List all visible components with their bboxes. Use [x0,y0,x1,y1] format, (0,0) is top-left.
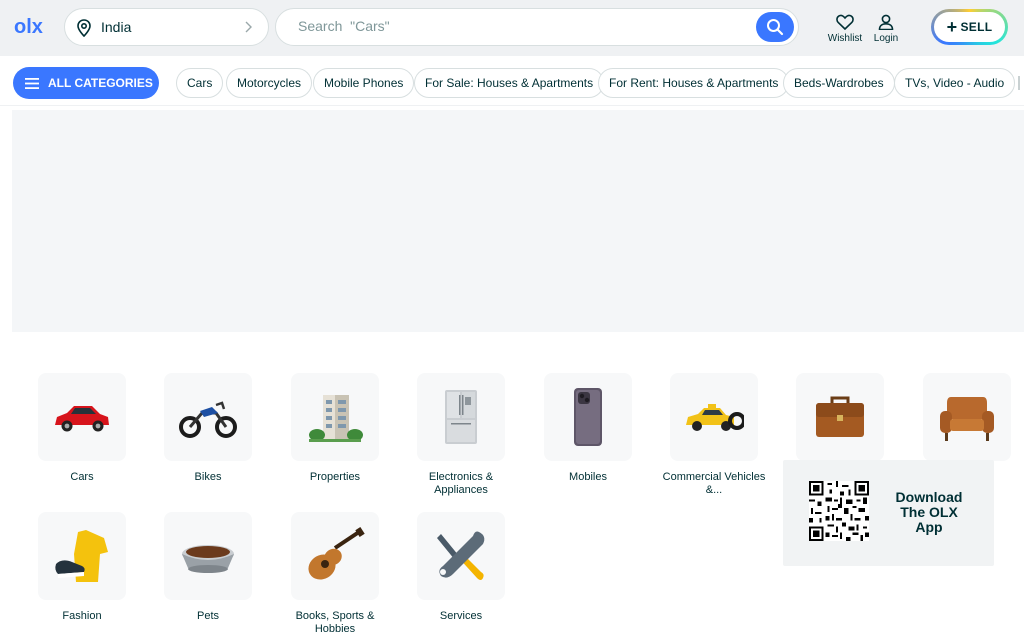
refrigerator-icon [445,390,477,444]
download-app-line-3: App [915,519,943,535]
location-text: India [101,19,132,35]
category-image [544,373,632,461]
category-tile-bikes[interactable]: Bikes [153,373,263,484]
category-label: Commercial Vehicles &... [662,471,766,496]
category-label: Books, Sports & Hobbies [295,610,375,635]
smartphone-icon [574,388,602,446]
category-label: Mobiles [569,471,607,483]
download-app-text: Download The OLX App [891,490,967,535]
chip-beds-wardrobes[interactable]: Beds-Wardrobes [783,68,895,98]
category-tile-mobiles[interactable]: Mobiles [533,373,643,484]
svg-text:olx: olx [14,16,43,38]
guitar-icon [308,527,365,580]
all-categories-button[interactable]: ALL CATEGORIES [13,67,159,99]
category-label: Properties [309,471,361,483]
category-image [291,373,379,461]
category-label: Electronics & Appliances [428,471,494,496]
chip-cars[interactable]: Cars [176,68,224,98]
download-app-line-1: Download [895,489,963,505]
category-label: Fashion [62,610,102,622]
car-icon [55,406,109,432]
sell-label: SELL [960,20,993,34]
sell-button[interactable]: + SELL [931,9,1008,45]
chip-motorcycles[interactable]: Motorcycles [226,68,313,98]
chip-for-sale-houses[interactable]: For Sale: Houses & Apartments [414,68,605,98]
menu-icon [25,77,39,89]
all-categories-label: ALL CATEGORIES [48,76,153,90]
top-header: olx India Wishlist Login [0,0,1024,56]
category-tile-office[interactable] [785,373,895,461]
login-label: Login [873,33,899,44]
category-image [164,512,252,600]
armchair-icon [940,397,994,441]
search-button[interactable] [756,12,794,42]
building-icon [309,395,363,442]
category-label: Cars [70,471,94,483]
category-image [417,512,505,600]
briefcase-icon [816,396,864,437]
category-tile-electronics[interactable]: Electronics & Appliances [406,373,516,497]
category-label: Pets [196,610,219,622]
chevron-right-icon [245,21,252,33]
motorbike-icon [179,401,237,438]
location-selector[interactable]: India [64,8,269,46]
category-tile-books-sports[interactable]: Books, Sports & Hobbies [280,512,390,636]
user-icon [878,14,894,30]
location-pin-icon [77,19,91,37]
sell-button-inner: + SELL [934,12,1005,42]
download-app-line-2: The OLX [900,504,958,520]
category-tile-commercial-vehicles[interactable]: Commercial Vehicles &... [659,373,769,497]
category-bar: ALL CATEGORIES Cars Motorcycles Mobile P… [0,56,1024,106]
category-image [291,512,379,600]
plus-icon: + [946,17,958,37]
download-app-card[interactable]: Download The OLX App [783,460,994,566]
chip-overflow-indicator [1018,76,1020,90]
olx-logo[interactable]: olx [14,14,50,40]
tools-icon [437,531,485,580]
category-image [164,373,252,461]
category-label: Bikes [194,471,222,483]
heart-icon [836,14,854,30]
category-tile-pets[interactable]: Pets [153,512,263,623]
category-tile-fashion[interactable]: Fashion [27,512,137,623]
banner-placeholder [12,110,1024,332]
clothing-icon [55,530,108,582]
taxi-icon [686,404,744,431]
wishlist-label: Wishlist [827,33,863,44]
chip-mobile-phones[interactable]: Mobile Phones [313,68,415,98]
category-image [38,512,126,600]
category-image [923,373,1011,461]
category-tile-cars[interactable]: Cars [27,373,137,484]
wishlist-button[interactable]: Wishlist [826,14,864,44]
chip-for-rent-houses[interactable]: For Rent: Houses & Apartments [598,68,790,98]
category-image [796,373,884,461]
category-image [38,373,126,461]
search-input[interactable] [298,18,738,34]
chip-tvs-video-audio[interactable]: TVs, Video - Audio [894,68,1016,98]
qr-code-icon [809,481,869,541]
category-tile-furniture[interactable] [912,373,1022,461]
search-icon [767,19,784,36]
search-bar [275,8,799,46]
login-button[interactable]: Login [870,14,902,44]
pet-bowl-icon [182,545,234,573]
category-image [417,373,505,461]
category-tile-properties[interactable]: Properties [280,373,390,484]
category-image [670,373,758,461]
category-label: Services [439,610,483,622]
category-tile-services[interactable]: Services [406,512,516,623]
